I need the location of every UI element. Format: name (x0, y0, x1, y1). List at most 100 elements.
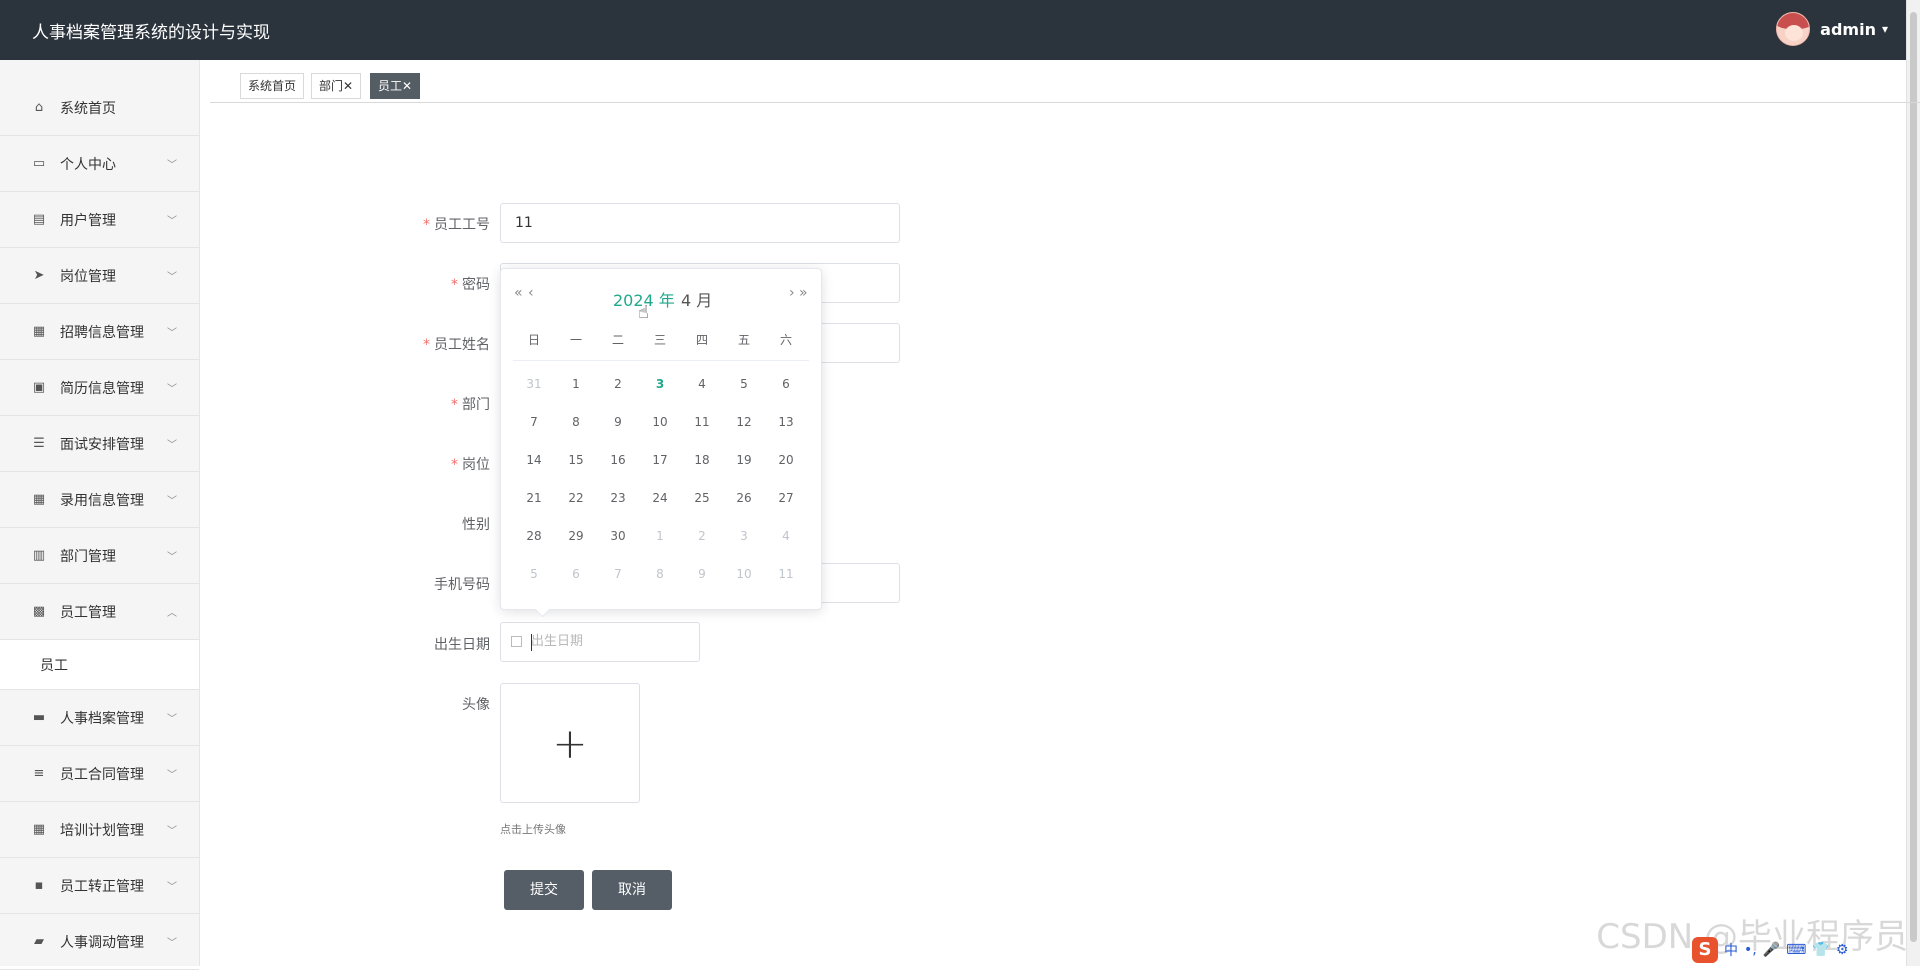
day-cell[interactable]: 1 (555, 369, 597, 399)
day-cell[interactable]: 25 (681, 483, 723, 513)
sidebar-item-3-items[interactable]: ➤岗位管理﹀ (0, 248, 199, 304)
emp-no-input[interactable]: 11 (500, 203, 900, 243)
day-cell[interactable]: 30 (597, 521, 639, 551)
sidebar-item-3-items_after[interactable]: ▪员工转正管理﹀ (0, 858, 199, 914)
upload-hint: 点击上传头像 (500, 821, 566, 837)
day-cell[interactable]: 19 (723, 445, 765, 475)
day-cell[interactable]: 23 (597, 483, 639, 513)
ime-item[interactable]: 🎤 (1763, 942, 1780, 958)
day-cell[interactable]: 29 (555, 521, 597, 551)
sidebar-item-label: 录用信息管理 (60, 490, 144, 510)
day-cell[interactable]: 2 (681, 521, 723, 551)
grid-icon: ▦ (30, 821, 48, 839)
caret-down-icon[interactable]: ▾ (1882, 22, 1888, 36)
day-cell[interactable]: 8 (639, 559, 681, 589)
day-cell[interactable]: 12 (723, 407, 765, 437)
chevron-down-icon: ﹀ (167, 822, 177, 837)
ime-item[interactable]: 👕 (1812, 942, 1829, 958)
sidebar-item-2-items[interactable]: ▤用户管理﹀ (0, 192, 199, 248)
username[interactable]: admin (1820, 20, 1876, 39)
sidebar-item-1-items[interactable]: ▭个人中心﹀ (0, 136, 199, 192)
day-cell[interactable]: 28 (513, 521, 555, 551)
sidebar-item-2-items_after[interactable]: ▦培训计划管理﹀ (0, 802, 199, 858)
ime-item[interactable]: ⚙ (1836, 942, 1849, 958)
label-phone: 手机号码 (380, 574, 490, 594)
user-menu[interactable]: admin ▾ (1776, 12, 1888, 46)
day-cell[interactable]: 22 (555, 483, 597, 513)
sidebar-item-label: 招聘信息管理 (60, 322, 144, 342)
calendar-icon (511, 636, 522, 647)
next-month-icon[interactable]: › (789, 285, 795, 301)
day-cell[interactable]: 10 (639, 407, 681, 437)
chevron-down-icon: ﹀ (167, 934, 177, 949)
day-cell[interactable]: 6 (765, 369, 807, 399)
user-avatar[interactable] (1776, 12, 1810, 46)
day-cell[interactable]: 3 (723, 521, 765, 551)
sidebar-item-7-items[interactable]: ▦录用信息管理﹀ (0, 472, 199, 528)
label-name: *员工姓名 (380, 334, 490, 354)
sidebar-item-6-items[interactable]: ☰面试安排管理﹀ (0, 416, 199, 472)
day-cell[interactable]: 11 (765, 559, 807, 589)
day-cell[interactable]: 11 (681, 407, 723, 437)
day-cell[interactable]: 20 (765, 445, 807, 475)
submit-button[interactable]: 提交 (504, 870, 584, 910)
ime-logo-icon[interactable]: S (1692, 937, 1718, 963)
prev-month-icon[interactable]: ‹ (528, 285, 534, 301)
weekday-label: 二 (597, 331, 639, 348)
day-cell[interactable]: 27 (765, 483, 807, 513)
ime-toolbar: S中 •, 🎤 ⌨ 👕 ⚙ (1692, 935, 1912, 965)
tab-employee[interactable]: 员工✕ (370, 73, 420, 99)
tab-home[interactable]: 系统首页 (240, 73, 304, 99)
sidebar-item-1-items_after[interactable]: ≡员工合同管理﹀ (0, 746, 199, 802)
day-cell[interactable]: 10 (723, 559, 765, 589)
ime-item[interactable]: •, (1744, 942, 1757, 958)
day-cell[interactable]: 5 (513, 559, 555, 589)
sidebar-item-4-items[interactable]: ▦招聘信息管理﹀ (0, 304, 199, 360)
day-cell[interactable]: 21 (513, 483, 555, 513)
sidebar-item-9-items[interactable]: ▩员工管理︿ (0, 584, 199, 640)
next-year-icon[interactable]: » (799, 285, 808, 301)
ticket-icon: ▰ (30, 933, 48, 951)
ime-item[interactable]: 中 (1724, 940, 1738, 960)
day-cell[interactable]: 13 (765, 407, 807, 437)
chevron-down-icon: ﹀ (167, 710, 177, 725)
sidebar-item-5-items[interactable]: ▣简历信息管理﹀ (0, 360, 199, 416)
day-cell[interactable]: 2 (597, 369, 639, 399)
day-cell[interactable]: 7 (597, 559, 639, 589)
day-cell[interactable]: 8 (555, 407, 597, 437)
day-cell[interactable]: 3 (639, 369, 681, 399)
day-cell[interactable]: 6 (555, 559, 597, 589)
weekday-label: 一 (555, 331, 597, 348)
birth-date-input[interactable]: 出生日期 (500, 622, 700, 662)
day-cell[interactable]: 17 (639, 445, 681, 475)
tab-department[interactable]: 部门✕ (311, 73, 361, 99)
sidebar-item-8-items[interactable]: ▥部门管理﹀ (0, 528, 199, 584)
day-cell[interactable]: 24 (639, 483, 681, 513)
sidebar-item-0-items_after[interactable]: ▬人事档案管理﹀ (0, 690, 199, 746)
sidebar-item-4-items_after[interactable]: ▰人事调动管理﹀ (0, 914, 199, 970)
day-cell[interactable]: 4 (681, 369, 723, 399)
day-cell[interactable]: 15 (555, 445, 597, 475)
day-cell[interactable]: 4 (765, 521, 807, 551)
label-birth: 出生日期 (380, 634, 490, 654)
picker-month[interactable]: 4 月 (681, 287, 712, 311)
day-cell[interactable]: 14 (513, 445, 555, 475)
day-cell[interactable]: 26 (723, 483, 765, 513)
label-emp-no: *员工工号 (380, 214, 490, 234)
submenu-employee[interactable]: 员工 (0, 640, 199, 690)
day-cell[interactable]: 1 (639, 521, 681, 551)
prev-year-icon[interactable]: « (514, 285, 523, 301)
day-cell[interactable]: 16 (597, 445, 639, 475)
day-cell[interactable]: 31 (513, 369, 555, 399)
day-cell[interactable]: 9 (597, 407, 639, 437)
page-scrollbar[interactable] (1906, 0, 1920, 966)
day-cell[interactable]: 7 (513, 407, 555, 437)
avatar-upload[interactable]: + (500, 683, 640, 803)
clipboard-check-icon: ▣ (30, 379, 48, 397)
day-cell[interactable]: 5 (723, 369, 765, 399)
day-cell[interactable]: 18 (681, 445, 723, 475)
ime-item[interactable]: ⌨ (1786, 942, 1806, 958)
cancel-button[interactable]: 取消 (592, 870, 672, 910)
day-cell[interactable]: 9 (681, 559, 723, 589)
sidebar-item-0-items[interactable]: ⌂系统首页 (0, 80, 199, 136)
